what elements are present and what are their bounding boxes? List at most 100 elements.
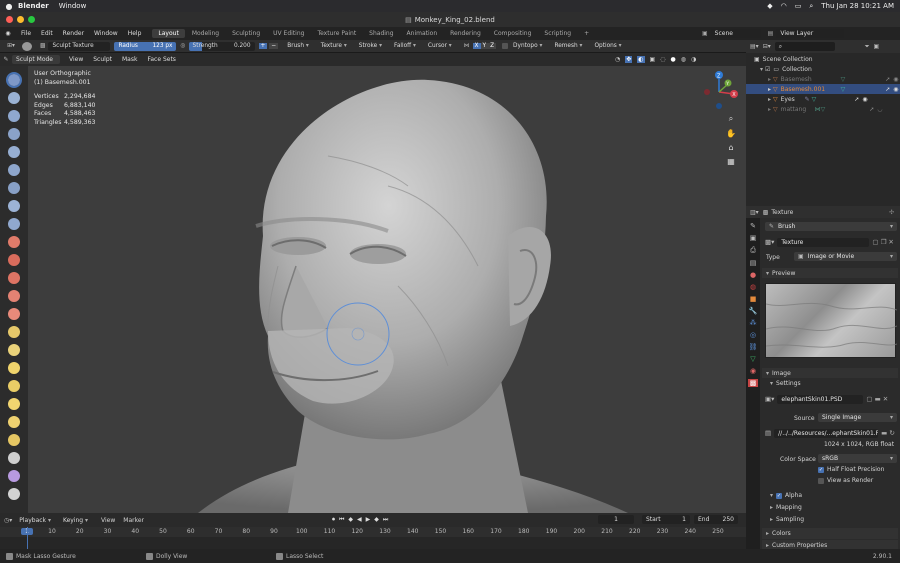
tab-uv-editing[interactable]: UV Editing bbox=[267, 29, 310, 38]
pose-brush-icon[interactable] bbox=[8, 416, 20, 428]
view-layer-tab-icon[interactable]: ▤ bbox=[750, 259, 757, 267]
expand-icon[interactable]: ▸ bbox=[768, 96, 771, 103]
clay-brush-icon[interactable] bbox=[8, 110, 20, 122]
strength-field[interactable]: Strength 0.200 bbox=[188, 41, 255, 51]
navigation-gizmo[interactable]: Z Y X bbox=[698, 70, 740, 112]
expand-icon[interactable]: ▸ bbox=[768, 106, 771, 113]
remesh-menu[interactable]: Remesh bbox=[551, 43, 585, 49]
clay-strips-brush-icon[interactable] bbox=[8, 128, 20, 140]
hide-eye-icon[interactable]: ◉ bbox=[893, 86, 898, 93]
marker-menu[interactable]: Marker bbox=[119, 517, 148, 524]
search-icon[interactable]: ⌕ bbox=[809, 2, 813, 11]
image-browse-icon[interactable]: ▣▾ bbox=[765, 395, 774, 403]
filepath-field[interactable]: //../../Resources/...ephantSkin01.PSD bbox=[774, 428, 879, 438]
view-as-render-row[interactable]: View as Render bbox=[818, 477, 873, 484]
draw-sharp-brush-icon[interactable] bbox=[8, 92, 20, 104]
fill-brush-icon[interactable] bbox=[8, 272, 20, 284]
zoom-view-icon[interactable]: ⌕ bbox=[729, 114, 733, 124]
axis-z-toggle[interactable]: Z bbox=[488, 43, 497, 49]
open-folder-icon[interactable]: ▬ bbox=[875, 395, 881, 403]
hide-eye-icon[interactable]: ◉ bbox=[862, 96, 867, 103]
file-browser-icon[interactable]: ▬ bbox=[881, 429, 887, 437]
play-reverse-icon[interactable]: ◀ bbox=[357, 516, 362, 524]
tab-animation[interactable]: Animation bbox=[401, 29, 444, 38]
blob-brush-icon[interactable] bbox=[8, 200, 20, 212]
zoom-window-button[interactable] bbox=[28, 16, 35, 23]
select-arrow-icon[interactable]: ➚ bbox=[854, 96, 859, 103]
close-window-button[interactable] bbox=[6, 16, 13, 23]
thumb-brush-icon[interactable] bbox=[8, 398, 20, 410]
shading-material-icon[interactable]: ◍ bbox=[681, 56, 686, 63]
elastic-deform-brush-icon[interactable] bbox=[8, 362, 20, 374]
hide-eye-icon[interactable]: ◡ bbox=[877, 106, 882, 113]
layer-brush-icon[interactable] bbox=[8, 164, 20, 176]
perspective-toggle-icon[interactable]: ▦ bbox=[727, 157, 735, 166]
tab-shading[interactable]: Shading bbox=[363, 29, 399, 38]
new-collection-icon[interactable]: ▣ bbox=[874, 43, 880, 50]
dyntopo-menu[interactable]: Dyntopo bbox=[510, 43, 545, 49]
modifier-tab-icon[interactable]: 🔧 bbox=[749, 307, 758, 315]
options-menu[interactable]: Options bbox=[591, 43, 624, 49]
mask-brush-icon[interactable] bbox=[8, 470, 20, 482]
3d-viewport[interactable]: User Orthographic (1) Basemesh.001 Verti… bbox=[28, 66, 746, 513]
app-name[interactable]: Blender bbox=[18, 2, 49, 10]
menu-file[interactable]: File bbox=[16, 30, 36, 37]
symmetry-icon[interactable]: ⋈ bbox=[464, 43, 470, 49]
expand-icon[interactable]: ▸ bbox=[768, 76, 771, 83]
unlink-icon[interactable]: ✕ bbox=[883, 395, 888, 403]
shading-solid-icon[interactable]: ● bbox=[670, 56, 675, 63]
next-keyframe-icon[interactable]: ◆ bbox=[374, 516, 379, 524]
clay-thumb-brush-icon[interactable] bbox=[8, 146, 20, 158]
menu-render[interactable]: Render bbox=[58, 30, 89, 37]
nudge-brush-icon[interactable] bbox=[8, 434, 20, 446]
physics-tab-icon[interactable]: ◎ bbox=[750, 331, 756, 339]
mode-selector[interactable]: Sculpt Mode bbox=[12, 55, 60, 64]
multiplane-scrape-brush-icon[interactable] bbox=[8, 308, 20, 320]
object-tab-icon[interactable]: ■ bbox=[750, 295, 757, 303]
draw-brush-icon[interactable] bbox=[6, 72, 22, 88]
tab-scripting[interactable]: Scripting bbox=[538, 29, 577, 38]
select-arrow-icon[interactable]: ➚ bbox=[869, 106, 874, 113]
timeline-ruler[interactable]: 1102030405060708090100110120130140150160… bbox=[0, 527, 746, 537]
preview-panel-header[interactable]: ▾ Preview bbox=[762, 268, 898, 278]
timeline-view-menu[interactable]: View bbox=[97, 517, 119, 524]
fake-user-icon[interactable]: ▢ bbox=[866, 395, 872, 403]
particles-tab-icon[interactable]: ⁂ bbox=[750, 319, 757, 327]
radius-field[interactable]: Radius 123 px bbox=[114, 41, 177, 51]
fake-user-icon[interactable]: ▢ bbox=[872, 238, 878, 246]
add-workspace-icon[interactable]: + bbox=[578, 29, 595, 38]
camera-view-icon[interactable]: ⌂ bbox=[728, 143, 733, 152]
crease-brush-icon[interactable] bbox=[8, 218, 20, 230]
tool-tab-icon[interactable]: ✎ bbox=[750, 222, 756, 230]
half-float-row[interactable]: ✓ Half Float Precision bbox=[818, 466, 884, 473]
minimize-window-button[interactable] bbox=[17, 16, 24, 23]
timeline-editor-icon[interactable]: ◷▾ bbox=[4, 517, 12, 524]
world-tab-icon[interactable]: ◍ bbox=[750, 283, 756, 291]
duplicate-icon[interactable]: ❐ bbox=[881, 238, 887, 246]
outliner-collection[interactable]: ▾ ☑ ▭ Collection bbox=[746, 64, 900, 74]
outliner-scene-collection[interactable]: ▣ Scene Collection bbox=[746, 54, 900, 64]
outliner-object-basemesh[interactable]: ▸ ▽ Basemesh ▽ ➚ ◉ bbox=[746, 74, 900, 84]
image-name-field[interactable]: elephantSkin01.PSD bbox=[777, 394, 864, 404]
source-dropdown[interactable]: Single Image ▾ bbox=[818, 413, 897, 422]
data-tab-icon[interactable]: ▽ bbox=[750, 355, 755, 363]
reload-icon[interactable]: ↻ bbox=[889, 429, 894, 437]
brush-texture-selector[interactable]: ✎ Brush ▾ bbox=[765, 222, 897, 231]
stroke-menu[interactable]: Stroke bbox=[356, 43, 385, 49]
snake-hook-brush-icon[interactable] bbox=[8, 380, 20, 392]
playback-menu[interactable]: Playback bbox=[16, 517, 54, 524]
tab-layout[interactable]: Layout bbox=[152, 29, 185, 38]
axis-x-toggle[interactable]: X bbox=[472, 43, 481, 49]
flatten-brush-icon[interactable] bbox=[8, 254, 20, 266]
color-space-dropdown[interactable]: sRGB ▾ bbox=[818, 454, 897, 463]
expand-icon[interactable]: ▾ bbox=[760, 66, 763, 73]
texture-name-field[interactable]: Texture bbox=[777, 237, 870, 247]
outliner-search-input[interactable]: ⌕ bbox=[774, 42, 835, 51]
outliner-editor-icon[interactable]: ▤▾ bbox=[750, 43, 759, 50]
add-mode-button[interactable]: + bbox=[258, 43, 268, 49]
view-as-render-checkbox[interactable] bbox=[818, 477, 824, 484]
pinch-brush-icon[interactable] bbox=[8, 326, 20, 338]
tab-rendering[interactable]: Rendering bbox=[444, 29, 487, 38]
subtract-mode-button[interactable]: − bbox=[269, 43, 279, 49]
shading-wireframe-icon[interactable]: ◌ bbox=[660, 56, 665, 63]
